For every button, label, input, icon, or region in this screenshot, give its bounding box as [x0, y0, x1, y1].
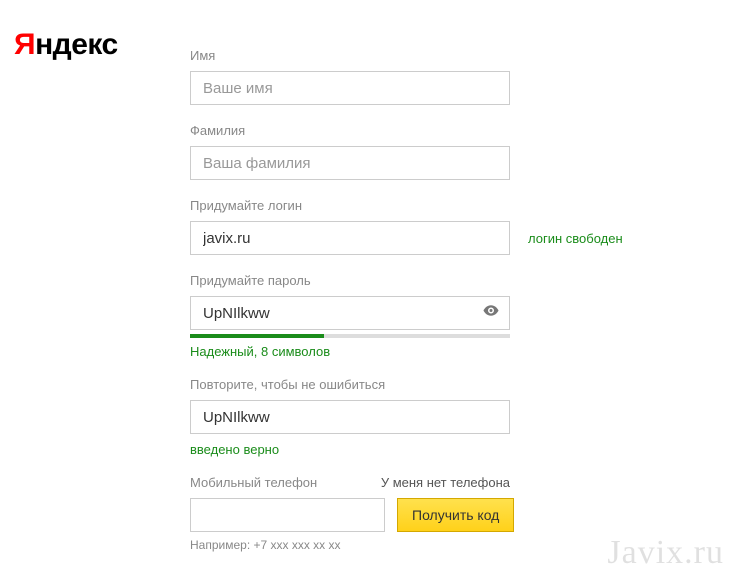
login-available-hint: логин свободен	[528, 231, 623, 246]
registration-form: Имя Фамилия Придумайте логин логин свобо…	[190, 48, 710, 570]
password-confirm-group: Повторите, чтобы не ошибиться введено ве…	[190, 377, 710, 457]
password-label: Придумайте пароль	[190, 273, 710, 288]
password-confirm-label: Повторите, чтобы не ошибиться	[190, 377, 710, 392]
first-name-input[interactable]	[190, 71, 510, 105]
phone-label: Мобильный телефон	[190, 475, 317, 490]
login-input[interactable]	[190, 221, 510, 255]
watermark: Javix.ru	[607, 534, 724, 572]
password-confirm-input[interactable]	[190, 400, 510, 434]
yandex-logo: Яндекс	[14, 28, 118, 62]
first-name-label: Имя	[190, 48, 710, 63]
logo-rest: ндекс	[35, 28, 118, 61]
password-group: Придумайте пароль Надежный, 8 символов	[190, 273, 710, 359]
login-label: Придумайте логин	[190, 198, 710, 213]
first-name-group: Имя	[190, 48, 710, 105]
password-confirm-hint: введено верно	[190, 442, 710, 457]
logo-letter-ya: Я	[14, 28, 35, 61]
get-code-button[interactable]: Получить код	[397, 498, 514, 532]
password-strength-bar	[190, 334, 510, 338]
phone-input[interactable]	[190, 498, 385, 532]
password-strength-fill	[190, 334, 324, 338]
no-phone-link[interactable]: У меня нет телефона	[381, 475, 510, 490]
eye-icon[interactable]	[482, 302, 500, 325]
last-name-input[interactable]	[190, 146, 510, 180]
last-name-label: Фамилия	[190, 123, 710, 138]
login-group: Придумайте логин логин свободен	[190, 198, 710, 255]
last-name-group: Фамилия	[190, 123, 710, 180]
password-input[interactable]	[190, 296, 510, 330]
password-strength-text: Надежный, 8 символов	[190, 344, 710, 359]
